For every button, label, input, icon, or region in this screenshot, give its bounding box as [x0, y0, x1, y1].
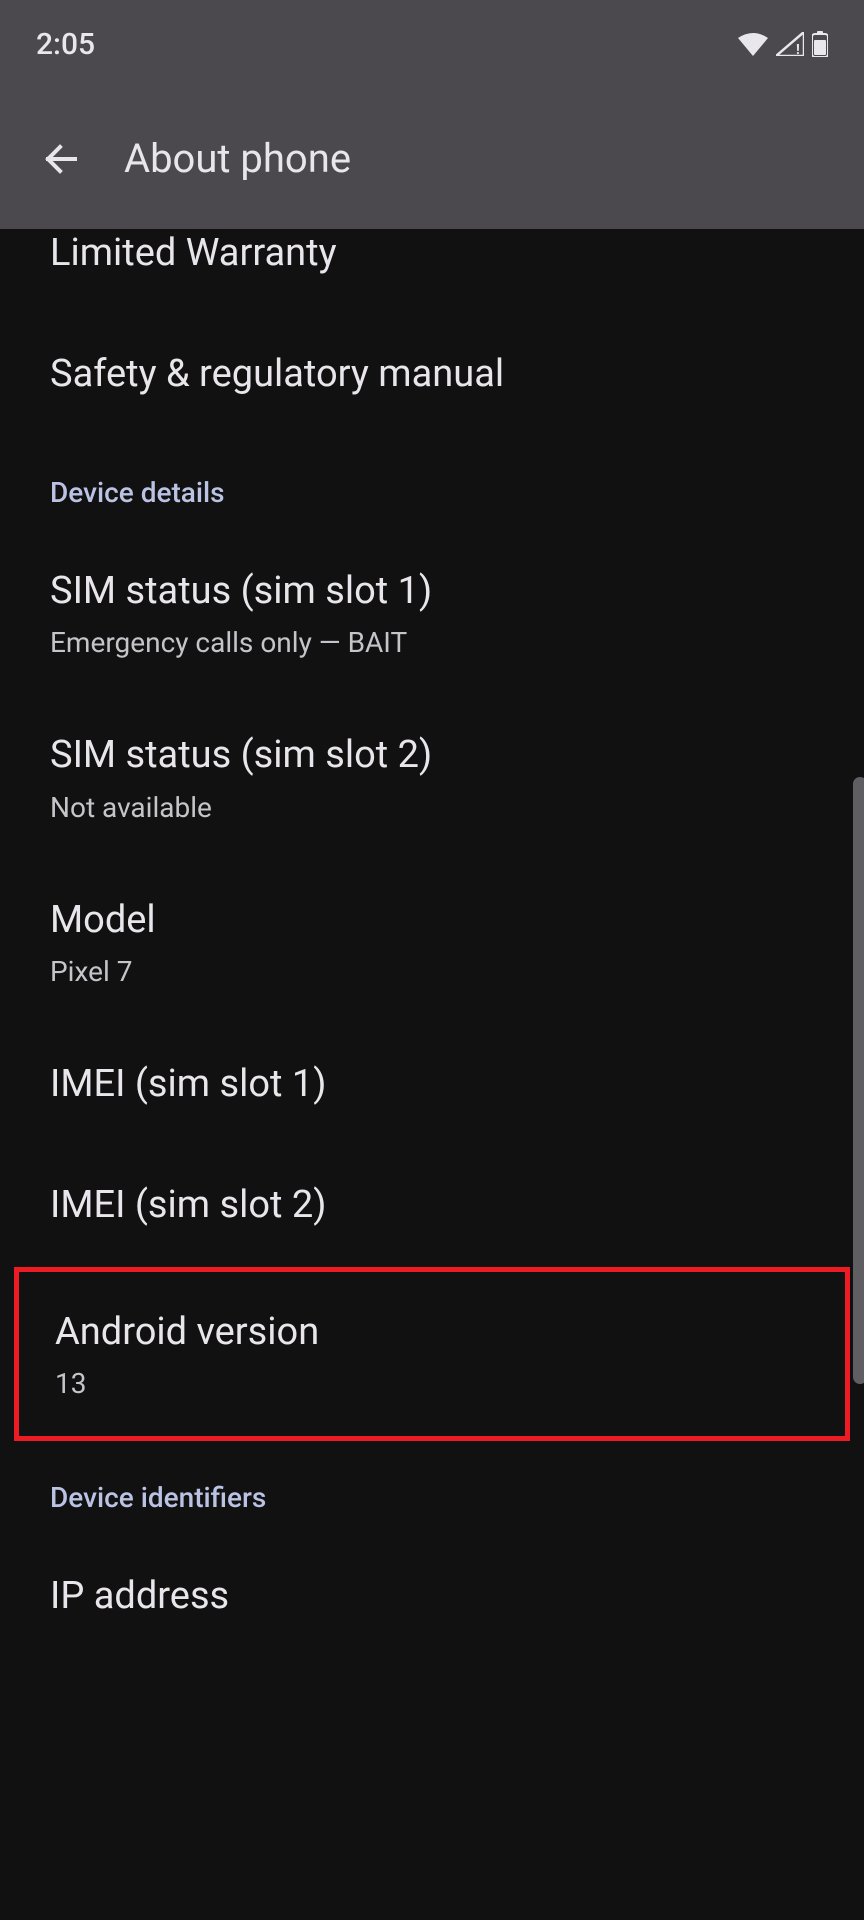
page-title: About phone — [124, 135, 351, 182]
item-subtitle: Pixel 7 — [50, 955, 814, 988]
list-item-ip-address[interactable]: IP address — [50, 1536, 814, 1657]
battery-icon — [812, 31, 828, 57]
item-title: IMEI (sim slot 2) — [50, 1181, 814, 1230]
list-item-sim-status-1[interactable]: SIM status (sim slot 1) Emergency calls … — [50, 531, 814, 695]
app-bar: About phone — [0, 88, 864, 229]
item-title: SIM status (sim slot 2) — [50, 731, 814, 780]
status-bar: 2:05 ! — [0, 0, 864, 88]
item-subtitle: 13 — [55, 1367, 809, 1400]
section-header-device-details: Device details — [50, 436, 814, 531]
item-title: SIM status (sim slot 1) — [50, 567, 814, 616]
content-list[interactable]: Limited Warranty Safety & regulatory man… — [0, 229, 864, 1920]
status-time: 2:05 — [36, 27, 95, 62]
list-item-sim-status-2[interactable]: SIM status (sim slot 2) Not available — [50, 695, 814, 859]
back-button[interactable] — [36, 135, 84, 183]
list-item-model[interactable]: Model Pixel 7 — [50, 860, 814, 1024]
wifi-icon — [738, 32, 768, 56]
item-subtitle: Emergency calls only — BAIT — [50, 626, 814, 659]
list-item-limited-warranty[interactable]: Limited Warranty — [50, 229, 814, 314]
list-item-android-version[interactable]: Android version 13 — [14, 1267, 850, 1441]
list-item-safety-manual[interactable]: Safety & regulatory manual — [50, 314, 814, 435]
item-title: Limited Warranty — [50, 229, 814, 278]
svg-text:!: ! — [796, 42, 800, 56]
status-icons: ! — [738, 31, 828, 57]
list-item-imei-2[interactable]: IMEI (sim slot 2) — [50, 1145, 814, 1266]
arrow-back-icon — [40, 139, 80, 179]
signal-icon: ! — [776, 32, 804, 56]
list-item-imei-1[interactable]: IMEI (sim slot 1) — [50, 1024, 814, 1145]
item-title: Android version — [55, 1308, 809, 1357]
scroll-indicator[interactable] — [853, 777, 864, 1384]
item-title: IMEI (sim slot 1) — [50, 1060, 814, 1109]
item-title: Safety & regulatory manual — [50, 350, 814, 399]
item-title: Model — [50, 896, 814, 945]
item-title: IP address — [50, 1572, 814, 1621]
item-subtitle: Not available — [50, 791, 814, 824]
section-header-device-identifiers: Device identifiers — [50, 1441, 814, 1536]
